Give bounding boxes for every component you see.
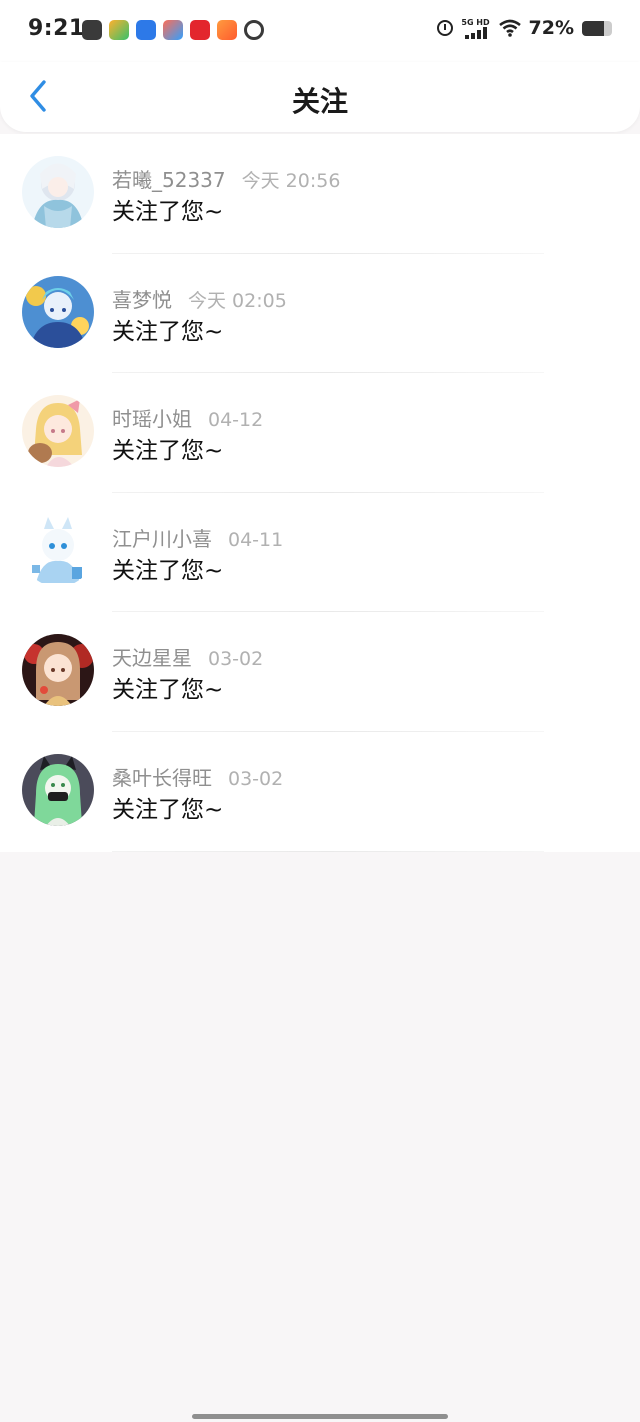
app-store-icon: [136, 20, 156, 40]
time-stamp: 今天 20:56: [241, 170, 341, 192]
list-item[interactable]: 江户川小喜 04-11 关注了您~: [0, 493, 640, 613]
status-time: 9:21: [28, 16, 85, 41]
avatar[interactable]: [22, 514, 94, 587]
signal-icon: 5G HD: [461, 18, 491, 39]
message-text: 关注了您~: [112, 557, 224, 584]
search-app-icon: [244, 20, 264, 40]
name-row: 江户川小喜 04-11: [112, 523, 283, 552]
network-label: 5G HD: [461, 17, 490, 27]
list-item[interactable]: 若曦_52337 今天 20:56 关注了您~: [0, 134, 640, 254]
home-indicator[interactable]: [192, 1414, 448, 1419]
battery-icon: [582, 20, 612, 36]
status-right: 5G HD 72%: [436, 17, 612, 39]
user-name[interactable]: 天边星星: [112, 642, 192, 671]
time-stamp: 03-02: [228, 767, 284, 790]
alipay-icon: [82, 20, 102, 40]
alarm-icon: [436, 20, 453, 36]
time-stamp: 04-12: [208, 409, 264, 432]
flower-icon: [217, 20, 237, 40]
battery-percent: 72%: [528, 17, 574, 39]
user-name[interactable]: 时瑶小姐: [112, 403, 192, 432]
message-text: 关注了您~: [112, 677, 224, 704]
list-item[interactable]: 时瑶小姐 04-12 关注了您~: [0, 373, 640, 493]
user-name[interactable]: 若曦_52337: [112, 164, 226, 193]
message-text: 关注了您~: [112, 796, 224, 823]
name-row: 喜梦悦 今天 02:05: [112, 284, 287, 313]
user-name[interactable]: 桑叶长得旺: [112, 762, 212, 791]
list-item[interactable]: 桑叶长得旺 03-02 关注了您~: [0, 732, 640, 852]
header-bar: 关注: [0, 62, 640, 132]
video-app-icon: [109, 20, 129, 40]
page-title: 关注: [291, 85, 348, 118]
message-text: 关注了您~: [112, 199, 224, 225]
time-stamp: 03-02: [208, 648, 264, 671]
list-item[interactable]: 喜梦悦 今天 02:05 关注了您~: [0, 254, 640, 374]
avatar[interactable]: [22, 275, 94, 348]
name-row: 桑叶长得旺 03-02: [112, 762, 283, 791]
game-icon: [190, 20, 210, 40]
list-item[interactable]: 天边星星 03-02 关注了您~: [0, 612, 640, 732]
message-text: 关注了您~: [112, 438, 224, 465]
status-bar: 9:21 5G HD 72%: [0, 0, 640, 62]
browser-icon: [163, 20, 183, 40]
time-stamp: 04-11: [228, 528, 284, 551]
message-text: 关注了您~: [112, 318, 224, 345]
battery-fill: [582, 20, 604, 36]
avatar[interactable]: [22, 156, 94, 228]
time-stamp: 今天 02:05: [188, 289, 287, 312]
name-row: 天边星星 03-02: [112, 642, 263, 671]
user-name[interactable]: 喜梦悦: [112, 284, 172, 313]
follower-list: 若曦_52337 今天 20:56 关注了您~ 喜梦悦 今天 02:05 关注了…: [0, 134, 640, 852]
avatar[interactable]: [22, 395, 94, 468]
wifi-icon: [498, 19, 521, 37]
avatar[interactable]: [22, 634, 94, 707]
name-row: 时瑶小姐 04-12: [112, 403, 263, 432]
notification-icons: [82, 20, 264, 40]
avatar[interactable]: [22, 753, 94, 826]
name-row: 若曦_52337 今天 20:56: [112, 164, 340, 193]
user-name[interactable]: 江户川小喜: [112, 523, 212, 552]
